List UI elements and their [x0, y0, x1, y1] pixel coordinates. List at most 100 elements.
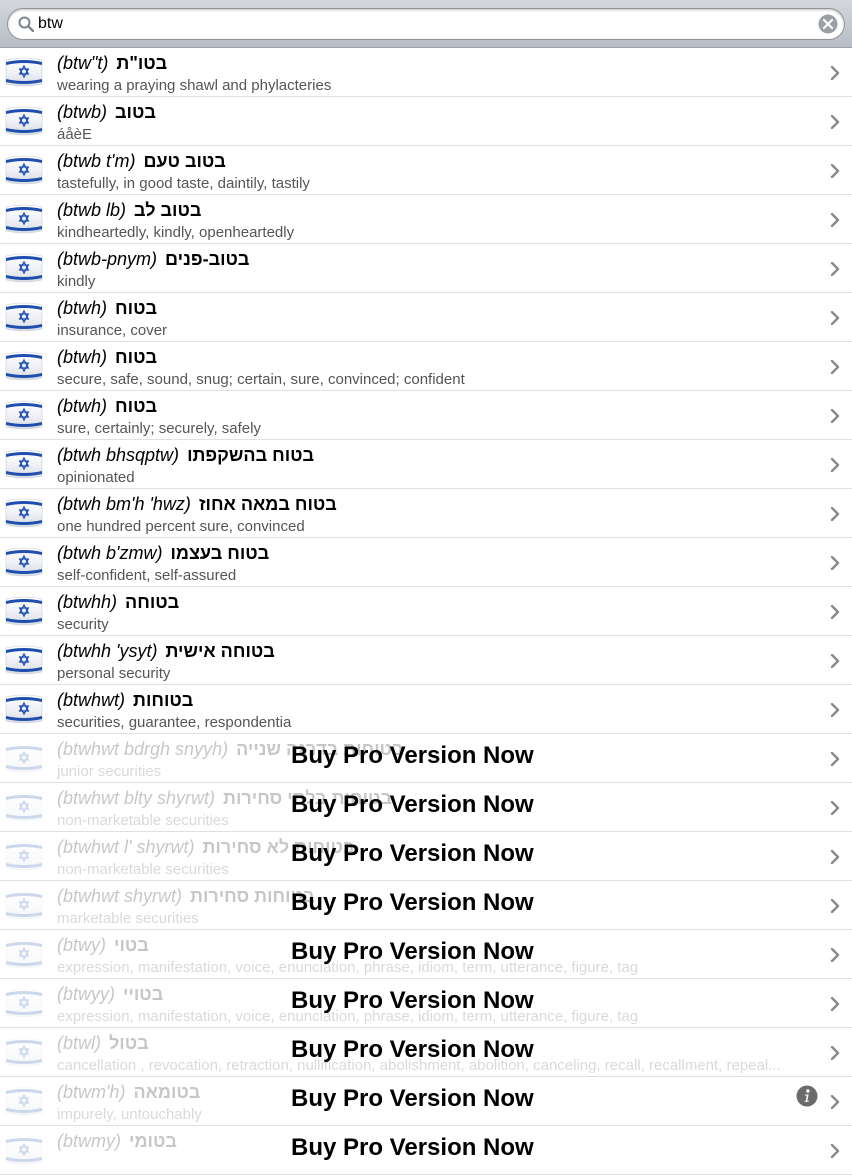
entry-transliteration: (btwmy) — [57, 1131, 121, 1151]
list-item[interactable]: (btwhh) בטוחה security — [0, 587, 852, 636]
list-item[interactable]: (btwl) בטול cancellation , revocation, r… — [0, 1028, 852, 1077]
chevron-right-icon — [830, 800, 840, 816]
info-icon[interactable] — [796, 1085, 818, 1107]
entry-hebrew: בטוח — [115, 396, 157, 416]
chevron-right-icon — [830, 555, 840, 571]
israel-flag-icon — [4, 1134, 44, 1166]
list-item[interactable]: (btwh) בטוח secure, safe, sound, snug; c… — [0, 342, 852, 391]
entry-transliteration: (btwh) — [57, 347, 108, 367]
entry-meaning: tastefully, in good taste, daintily, tas… — [57, 175, 310, 192]
chevron-right-icon — [830, 114, 840, 130]
entry-transliteration: (btwb) — [57, 102, 108, 122]
entry-title: (btwm'h) בטומאה — [57, 1082, 200, 1103]
israel-flag-icon — [4, 840, 44, 872]
entry-meaning: kindheartedly, kindly, openheartedly — [57, 224, 295, 241]
entry-title: (btwb) בטוב — [57, 102, 156, 123]
list-item[interactable]: (btwh) בטוח insurance, cover — [0, 293, 852, 342]
israel-flag-icon — [4, 938, 44, 970]
israel-flag-icon — [4, 154, 44, 186]
entry-title: (btwh b'zmw) בטוח בעצמו — [57, 543, 269, 564]
list-item[interactable]: (btwmy) בטומי Buy Pro Version Now — [0, 1126, 852, 1175]
chevron-right-icon — [830, 506, 840, 522]
israel-flag-icon — [4, 987, 44, 1019]
list-item[interactable]: (btwb) בטוב áåèE — [0, 97, 852, 146]
buy-pro-label[interactable]: Buy Pro Version Now — [291, 987, 534, 1015]
entry-transliteration: (btwb-pnym) — [57, 249, 158, 269]
entry-title: (btwh) בטוח — [57, 298, 157, 319]
chevron-right-icon — [830, 751, 840, 767]
list-item[interactable]: (btwm'h) בטומאה impurely, untouchably Bu… — [0, 1077, 852, 1126]
israel-flag-icon — [4, 497, 44, 529]
chevron-right-icon — [830, 408, 840, 424]
search-field[interactable] — [7, 8, 845, 40]
chevron-right-icon — [830, 947, 840, 963]
entry-title: (btwhh 'ysyt) בטוחה אישית — [57, 641, 275, 662]
entry-hebrew: בטוחה אישית — [165, 641, 275, 661]
buy-pro-label[interactable]: Buy Pro Version Now — [291, 1036, 534, 1064]
buy-pro-label[interactable]: Buy Pro Version Now — [291, 1085, 534, 1113]
list-item[interactable]: (btwhwt blty shyrwt) בטוחות בלתי סחירות … — [0, 783, 852, 832]
chevron-right-icon — [830, 604, 840, 620]
buy-pro-label[interactable]: Buy Pro Version Now — [291, 742, 534, 770]
clear-icon[interactable] — [818, 14, 838, 34]
israel-flag-icon — [4, 301, 44, 333]
entry-transliteration: (btwm'h) — [57, 1082, 126, 1102]
search-bar — [0, 0, 852, 48]
israel-flag-icon — [4, 105, 44, 137]
entry-transliteration: (btwb lb) — [57, 200, 127, 220]
list-item[interactable]: (btwhwt shyrwt) בטוחות סחירות marketable… — [0, 881, 852, 930]
buy-pro-label[interactable]: Buy Pro Version Now — [291, 938, 534, 966]
list-item[interactable]: (btwh bm'h 'hwz) בטוח במאה אחוז one hund… — [0, 489, 852, 538]
entry-title: (btwb lb) בטוב לב — [57, 200, 201, 221]
buy-pro-label[interactable]: Buy Pro Version Now — [291, 889, 534, 917]
list-item[interactable]: (btwb-pnym) בטוב-פנים kindly — [0, 244, 852, 293]
chevron-right-icon — [830, 898, 840, 914]
entry-meaning: insurance, cover — [57, 322, 168, 339]
entry-hebrew: בטוחות — [133, 690, 194, 710]
list-item[interactable]: (btwhwt bdrgh snyyh) בטוחות בדרגה שנייה … — [0, 734, 852, 783]
chevron-right-icon — [830, 163, 840, 179]
search-icon — [18, 16, 34, 32]
entry-title: (btwh) בטוח — [57, 396, 157, 417]
entry-hebrew: בטוח בעצמו — [170, 543, 270, 563]
entry-hebrew: בטוח במאה אחוז — [198, 494, 337, 514]
entry-title: (btwyy) בטויי — [57, 984, 163, 1005]
entry-transliteration: (btwhwt shyrwt) — [57, 886, 183, 906]
chevron-right-icon — [830, 457, 840, 473]
entry-hebrew: בטוח — [115, 298, 157, 318]
entry-hebrew: בטוי — [114, 935, 149, 955]
entry-transliteration: (btwhwt) — [57, 690, 126, 710]
chevron-right-icon — [830, 212, 840, 228]
israel-flag-icon — [4, 546, 44, 578]
chevron-right-icon — [830, 849, 840, 865]
list-item[interactable]: (btwh bhsqptw) בטוח בהשקפתו opinionated — [0, 440, 852, 489]
israel-flag-icon — [4, 742, 44, 774]
entry-meaning: áåèE — [57, 126, 93, 143]
entry-transliteration: (btw"t) — [57, 53, 109, 73]
chevron-right-icon — [830, 65, 840, 81]
chevron-right-icon — [830, 653, 840, 669]
buy-pro-label[interactable]: Buy Pro Version Now — [291, 840, 534, 868]
entry-title: (btwhh) בטוחה — [57, 592, 179, 613]
list-item[interactable]: (btwh) בטוח sure, certainly; securely, s… — [0, 391, 852, 440]
list-item[interactable]: (btw"t) בטו"ת wearing a praying shawl an… — [0, 48, 852, 97]
entry-transliteration: (btwh b'zmw) — [57, 543, 163, 563]
list-item[interactable]: (btwhh 'ysyt) בטוחה אישית personal secur… — [0, 636, 852, 685]
buy-pro-label[interactable]: Buy Pro Version Now — [291, 791, 534, 819]
entry-title: (btw"t) בטו"ת — [57, 53, 167, 74]
search-input[interactable] — [38, 13, 808, 35]
entry-meaning: sure, certainly; securely, safely — [57, 420, 261, 437]
list-item[interactable]: (btwhwt l' shyrwt) בטוחות לא סחירות non-… — [0, 832, 852, 881]
entry-hebrew: בטוח בהשקפתו — [187, 445, 315, 465]
entry-transliteration: (btwh bhsqptw) — [57, 445, 180, 465]
list-item[interactable]: (btwy) בטוי expression, manifestation, v… — [0, 930, 852, 979]
israel-flag-icon — [4, 399, 44, 431]
entry-hebrew: בטוב — [115, 102, 156, 122]
list-item[interactable]: (btwhwt) בטוחות securities, guarantee, r… — [0, 685, 852, 734]
list-item[interactable]: (btwb lb) בטוב לב kindheartedly, kindly,… — [0, 195, 852, 244]
list-item[interactable]: (btwh b'zmw) בטוח בעצמו self-confident, … — [0, 538, 852, 587]
list-item[interactable]: (btwyy) בטויי expression, manifestation,… — [0, 979, 852, 1028]
list-item[interactable]: (btwb t'm) בטוב טעם tastefully, in good … — [0, 146, 852, 195]
israel-flag-icon — [4, 889, 44, 921]
buy-pro-label[interactable]: Buy Pro Version Now — [291, 1134, 534, 1162]
